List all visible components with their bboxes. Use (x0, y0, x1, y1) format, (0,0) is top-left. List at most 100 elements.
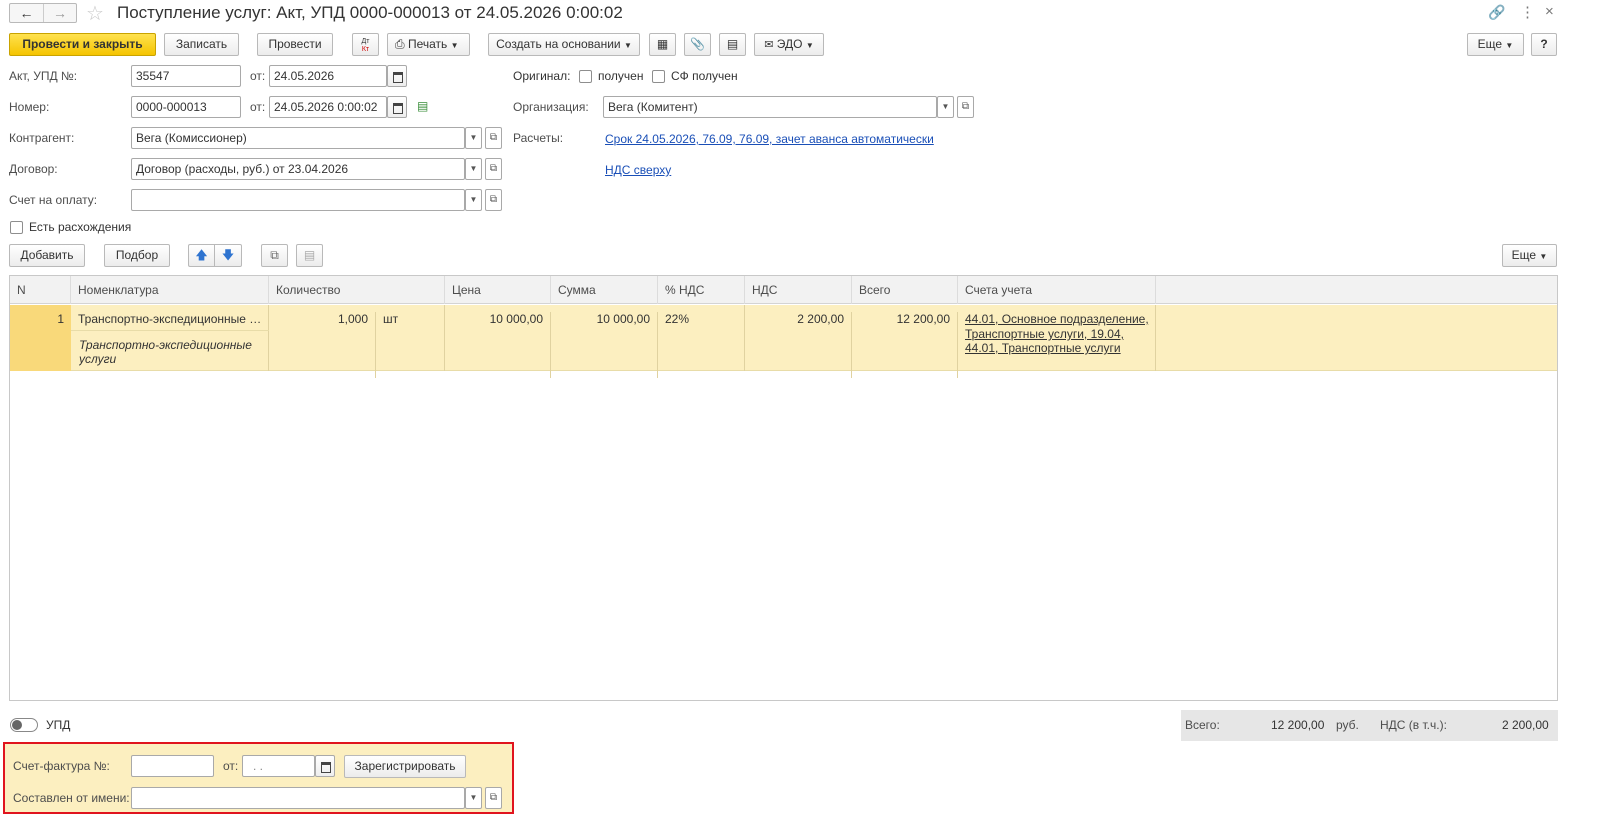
copy-rows-button[interactable]: ⧉ (261, 244, 288, 267)
save-button[interactable]: Записать (164, 33, 239, 56)
chevron-down-icon[interactable]: ▼ (465, 127, 482, 149)
column-header-n[interactable]: N (10, 276, 71, 304)
copy-icon: ⧉ (270, 248, 279, 262)
act-number-field[interactable]: 35547 (131, 65, 241, 87)
invoice-field[interactable] (131, 189, 465, 211)
page-title: Поступление услуг: Акт, УПД 0000-000013 … (117, 3, 623, 22)
calendar-icon[interactable] (315, 755, 335, 777)
upd-toggle[interactable] (10, 718, 38, 732)
column-header-quantity[interactable]: Количество (269, 276, 445, 304)
act-date-field[interactable]: 24.05.2026 (269, 65, 387, 87)
sf-number-field[interactable] (131, 755, 214, 777)
accounts-link-line-3[interactable]: 44.01, Транспортные услуги (965, 341, 1121, 355)
issued-by-field[interactable] (131, 787, 465, 809)
close-icon[interactable]: × (1545, 3, 1554, 20)
sf-date-field[interactable]: . . (242, 755, 315, 777)
goods-table: N Номенклатура Количество Цена Сумма % Н… (9, 275, 1558, 701)
nomenclature-divider (71, 330, 269, 331)
help-button[interactable]: ? (1531, 33, 1557, 56)
back-icon[interactable]: ← (10, 4, 44, 22)
history-icon[interactable]: ▤ (417, 99, 428, 113)
post-button[interactable]: Провести (257, 33, 333, 56)
attach-button[interactable]: 📎 (684, 33, 711, 56)
vat-on-top-link[interactable]: НДС сверху (605, 163, 671, 177)
sf-received-checkbox[interactable] (652, 70, 665, 83)
create-based-button[interactable]: Создать на основании ▼ (488, 33, 640, 56)
sf-number-label: Счет-фактура №: (13, 759, 110, 773)
organization-field[interactable]: Вега (Комитент) (603, 96, 937, 118)
number-date-field[interactable]: 24.05.2026 0:00:02 (269, 96, 387, 118)
structure-button[interactable]: ▦ (649, 33, 676, 56)
open-icon[interactable]: ⧉ (485, 127, 502, 149)
column-header-vat[interactable]: НДС (745, 276, 852, 304)
currency-label: руб. (1336, 718, 1359, 732)
column-header-total[interactable]: Всего (852, 276, 958, 304)
move-down-button[interactable]: 🡇 (214, 244, 242, 267)
register-button[interactable]: Зарегистрировать (344, 755, 466, 778)
column-header-vat-rate[interactable]: % НДС (658, 276, 745, 304)
calendar-icon[interactable] (387, 96, 407, 118)
sum-value[interactable]: 10 000,00 (551, 312, 658, 378)
report-button[interactable]: ▤ (719, 33, 746, 56)
row-number: 1 (57, 312, 64, 326)
content-line-2: услуги (79, 352, 117, 366)
accounts-link-line-1[interactable]: 44.01, Основное подразделение, (965, 312, 1149, 326)
paste-rows-button[interactable]: ▤ (296, 244, 323, 267)
chevron-down-icon[interactable]: ▼ (465, 787, 482, 809)
forward-icon[interactable]: → (44, 4, 76, 22)
total-value[interactable]: 12 200,00 (852, 312, 958, 378)
contractor-field[interactable]: Вега (Комиссионер) (131, 127, 465, 149)
vat-value[interactable]: 2 200,00 (745, 312, 852, 378)
content-line-1: Транспортно-экспедиционные (79, 338, 252, 352)
calendar-icon[interactable] (387, 65, 407, 87)
unit-value[interactable]: шт (383, 312, 445, 326)
open-icon[interactable]: ⧉ (485, 189, 502, 211)
paperclip-icon: 📎 (690, 37, 705, 51)
discrepancy-label: Есть расхождения (29, 220, 132, 234)
chevron-down-icon[interactable]: ▼ (465, 189, 482, 211)
open-icon[interactable]: ⧉ (485, 787, 502, 809)
discrepancy-checkbox[interactable] (10, 221, 23, 234)
column-header-sum[interactable]: Сумма (551, 276, 658, 304)
column-header-nomenclature[interactable]: Номенклатура (71, 276, 269, 304)
open-icon[interactable]: ⧉ (957, 96, 974, 118)
sf-received-label: СФ получен (671, 69, 738, 83)
more-vertical-icon[interactable]: ⋮ (1520, 3, 1535, 21)
settlements-link[interactable]: Срок 24.05.2026, 76.09, 76.09, зачет ава… (605, 132, 934, 146)
chevron-down-icon[interactable]: ▼ (465, 158, 482, 180)
link-icon[interactable]: 🔗 (1488, 4, 1505, 21)
chevron-down-icon[interactable]: ▼ (937, 96, 954, 118)
print-button[interactable]: ⎙ Печать ▼ (387, 33, 470, 56)
vat-rate-value[interactable]: 22% (665, 312, 745, 326)
number-field[interactable]: 0000-000013 (131, 96, 241, 118)
original-label: Оригинал: (513, 69, 571, 83)
totals-panel: Всего: 12 200,00 руб. НДС (в т.ч.): 2 20… (1181, 710, 1558, 741)
invoice-label: Счет на оплату: (9, 193, 98, 207)
settlements-label: Расчеты: (513, 131, 564, 145)
accounts-cell-border (1155, 305, 1156, 371)
select-button[interactable]: Подбор (104, 244, 170, 267)
table-row[interactable]: 1 Транспортно-экспедиционные … Транспорт… (10, 305, 1557, 378)
post-and-close-button[interactable]: Провести и закрыть (9, 33, 156, 56)
quantity-value[interactable]: 1,000 (269, 312, 376, 378)
column-header-price[interactable]: Цена (445, 276, 551, 304)
nomenclature-value[interactable]: Транспортно-экспедиционные … (78, 312, 266, 326)
total-amount: 12 200,00 (1271, 718, 1325, 732)
arrow-up-icon: 🡅 (195, 248, 208, 262)
move-up-button[interactable]: 🡅 (188, 244, 214, 267)
received-checkbox[interactable] (579, 70, 592, 83)
open-icon[interactable]: ⧉ (485, 158, 502, 180)
add-row-button[interactable]: Добавить (9, 244, 85, 267)
column-header-accounts[interactable]: Счета учета (958, 276, 1156, 304)
dt-kt-button[interactable]: Дт Кт (352, 33, 379, 56)
toggle-knob (12, 720, 22, 730)
contract-field[interactable]: Договор (расходы, руб.) от 23.04.2026 (131, 158, 465, 180)
accounts-link-line-2[interactable]: Транспортные услуги, 19.04, (965, 327, 1124, 341)
favorite-star-icon[interactable]: ☆ (86, 1, 104, 26)
price-value[interactable]: 10 000,00 (445, 312, 551, 378)
table-more-button[interactable]: Еще ▼ (1502, 244, 1557, 267)
act-date-label: от: (250, 69, 266, 83)
more-button[interactable]: Еще ▼ (1467, 33, 1524, 56)
nav-buttons: ← → (9, 3, 77, 23)
edo-button[interactable]: ✉ ЭДО ▼ (754, 33, 824, 56)
